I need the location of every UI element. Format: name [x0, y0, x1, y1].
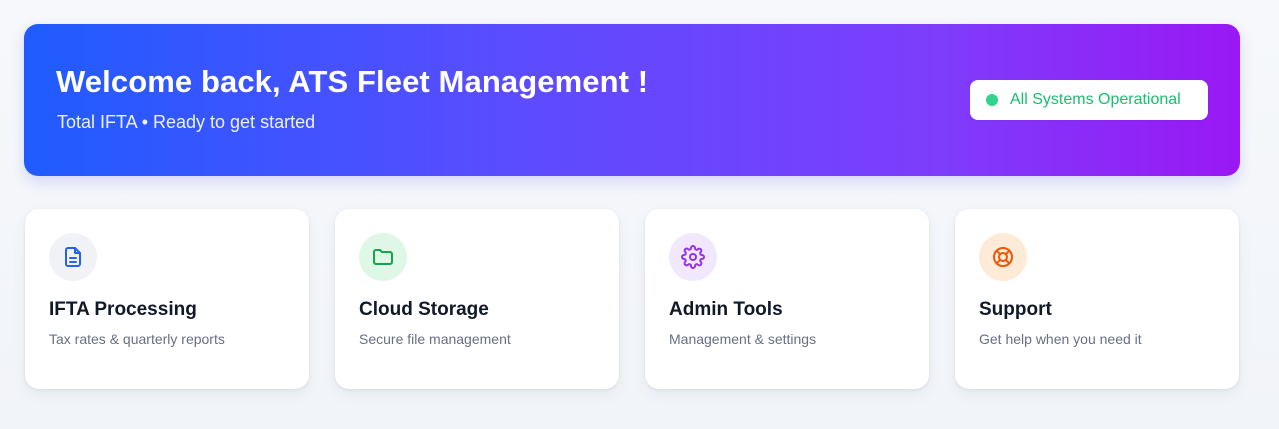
- dashboard-page: Welcome back, ATS Fleet Management ! Tot…: [0, 0, 1279, 429]
- card-description: Tax rates & quarterly reports: [49, 331, 225, 347]
- card-title: Support: [979, 299, 1052, 320]
- system-status-text: All Systems Operational: [1010, 91, 1181, 108]
- gear-icon: [681, 245, 705, 269]
- ifta-processing-card[interactable]: IFTA Processing Tax rates & quarterly re…: [25, 209, 309, 389]
- cloud-storage-card[interactable]: Cloud Storage Secure file management: [335, 209, 619, 389]
- welcome-title: Welcome back, ATS Fleet Management !: [56, 64, 649, 99]
- gear-icon-badge: [669, 233, 717, 281]
- admin-tools-card[interactable]: Admin Tools Management & settings: [645, 209, 929, 389]
- card-description: Secure file management: [359, 331, 511, 347]
- card-title: IFTA Processing: [49, 299, 197, 320]
- welcome-subtitle: Total IFTA • Ready to get started: [57, 112, 316, 132]
- folder-icon: [373, 249, 393, 265]
- card-title: Admin Tools: [669, 299, 783, 320]
- card-title: Cloud Storage: [359, 299, 489, 320]
- lifebuoy-icon: [993, 247, 1013, 267]
- document-icon: [65, 247, 81, 267]
- welcome-banner: Welcome back, ATS Fleet Management ! Tot…: [24, 24, 1240, 176]
- card-description: Get help when you need it: [979, 331, 1142, 347]
- lifebuoy-icon-badge: [979, 233, 1027, 281]
- card-description: Management & settings: [669, 331, 817, 347]
- status-indicator-icon: [986, 94, 998, 106]
- folder-icon-badge: [359, 233, 407, 281]
- system-status-badge: All Systems Operational: [970, 80, 1208, 120]
- document-icon-badge: [49, 233, 97, 281]
- support-card[interactable]: Support Get help when you need it: [955, 209, 1239, 389]
